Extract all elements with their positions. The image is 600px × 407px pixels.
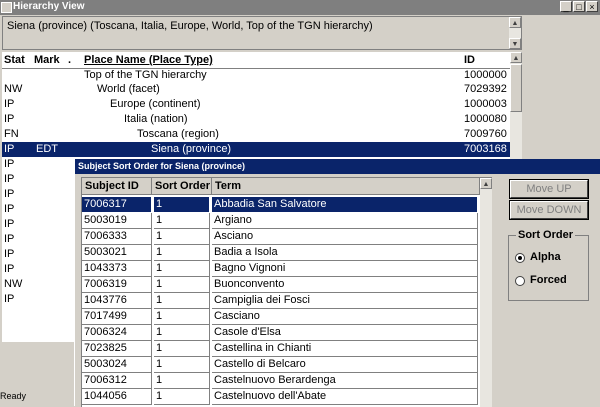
status-text: Ready xyxy=(0,391,27,401)
maximize-icon[interactable]: □ xyxy=(573,1,585,12)
column-header-id[interactable]: ID xyxy=(464,54,475,66)
dialog-title: Subject Sort Order for Siena (province) xyxy=(78,161,246,171)
breadcrumb-text: Siena (province) (Toscana, Italia, Europ… xyxy=(7,20,373,32)
sort-order-legend: Sort Order xyxy=(516,229,576,241)
column-header-stat[interactable]: Stat xyxy=(4,54,25,66)
move-up-button[interactable]: Move UP xyxy=(510,180,588,198)
table-row[interactable]: 1044056 1 Castelnuovo dell'Abate xyxy=(82,389,492,405)
window-menu-icon[interactable] xyxy=(1,2,12,13)
scroll-up-icon[interactable]: ▲ xyxy=(510,52,522,63)
grid-scrollbar[interactable]: ▲ xyxy=(480,178,492,407)
radio-selected-dot xyxy=(518,256,522,260)
forced-radio[interactable] xyxy=(515,276,525,286)
table-row[interactable]: 5003024 1 Castello di Belcaro xyxy=(82,357,492,373)
dialog-title-bar[interactable]: Subject Sort Order for Siena (province) xyxy=(75,159,600,174)
breadcrumb-scrollbar[interactable]: ▲ ▼ xyxy=(509,17,521,49)
list-item[interactable]: Top of the TGN hierarchy 1000000 xyxy=(2,68,510,83)
column-header-place-name[interactable]: Place Name (Place Type) xyxy=(84,54,213,66)
table-row[interactable]: 7006324 1 Casole d'Elsa xyxy=(82,325,492,341)
main-window-title-bar[interactable]: Hierarchy View _ □ × xyxy=(0,0,600,15)
table-row[interactable]: 5003021 1 Badia a Isola xyxy=(82,245,492,261)
list-item[interactable]: NW World (facet) 7029392 xyxy=(2,82,510,97)
table-row-selected[interactable]: 7006317 1 Abbadia San Salvatore xyxy=(82,197,492,213)
table-row[interactable]: 7017499 1 Casciano xyxy=(82,309,492,325)
minimize-icon[interactable]: _ xyxy=(560,1,572,12)
table-row[interactable]: 1043373 1 Bagno Vignoni xyxy=(82,261,492,277)
table-row[interactable]: 7006333 1 Asciano xyxy=(82,229,492,245)
forced-radio-label[interactable]: Forced xyxy=(530,274,567,286)
window-title: Hierarchy View xyxy=(13,1,85,12)
list-item[interactable]: FN Toscana (region) 7009760 xyxy=(2,127,510,142)
status-bar: Ready xyxy=(0,389,74,406)
list-scrollbar[interactable]: ▲ xyxy=(510,52,522,159)
table-row[interactable]: 7006312 1 Castelnuovo Berardenga xyxy=(82,373,492,389)
column-header-term[interactable]: Term xyxy=(212,178,480,195)
table-row[interactable]: 5003019 1 Argiano xyxy=(82,213,492,229)
sort-order-group: Sort Order Alpha Forced xyxy=(508,229,589,301)
table-row[interactable]: 7006319 1 Buonconvento xyxy=(82,277,492,293)
column-header-sort-order[interactable]: Sort Order xyxy=(152,178,212,195)
column-header-dot[interactable]: . xyxy=(68,54,71,66)
scroll-up-icon[interactable]: ▲ xyxy=(509,17,521,28)
table-row[interactable]: 1043776 1 Campiglia dei Fosci xyxy=(82,293,492,309)
hierarchy-breadcrumb: Siena (province) (Toscana, Italia, Europ… xyxy=(2,16,522,50)
scroll-down-icon[interactable]: ▼ xyxy=(509,38,521,49)
list-item-selected[interactable]: IP EDT Siena (province) 7003168 xyxy=(2,142,510,157)
subject-sort-grid[interactable]: Subject ID Sort Order Term 7006317 1 Abb… xyxy=(81,177,492,407)
table-row[interactable]: 7023825 1 Castellina in Chianti xyxy=(82,341,492,357)
alpha-radio-label[interactable]: Alpha xyxy=(530,251,561,263)
column-header-subject-id[interactable]: Subject ID xyxy=(82,178,152,195)
scroll-up-icon[interactable]: ▲ xyxy=(480,178,492,189)
subject-sort-order-dialog: Subject Sort Order for Siena (province) … xyxy=(74,159,600,407)
alpha-radio[interactable] xyxy=(515,253,525,263)
move-down-button[interactable]: Move DOWN xyxy=(510,201,588,219)
scroll-thumb[interactable] xyxy=(510,64,522,112)
column-header-mark[interactable]: Mark xyxy=(34,54,60,66)
list-item[interactable]: IP Italia (nation) 1000080 xyxy=(2,112,510,127)
close-icon[interactable]: × xyxy=(586,1,598,12)
list-item[interactable]: IP Europe (continent) 1000003 xyxy=(2,97,510,112)
